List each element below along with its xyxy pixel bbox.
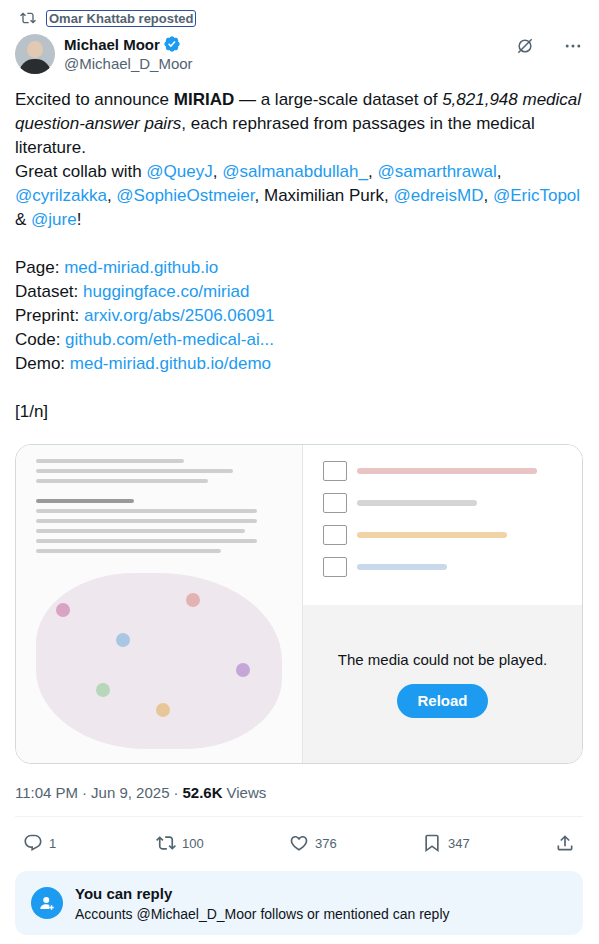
diagram-image	[303, 445, 582, 605]
paper-figure	[36, 573, 282, 749]
repost-icon	[156, 833, 176, 853]
tweet: Omar Khattab reposted Michael Moor @Michae…	[0, 0, 599, 944]
author-info: Michael Moor @Michael_D_Moor	[64, 34, 506, 72]
paragraph: Page: med-miriad.github.ioDataset: huggi…	[15, 256, 583, 376]
link[interactable]: @QueyJ	[146, 162, 212, 181]
text: Great collab with	[15, 162, 146, 181]
text-line: Dataset: huggingface.co/miriad	[15, 280, 583, 304]
link[interactable]: @SophieOstmeier	[116, 186, 254, 205]
tweet-meta: 11:04 PM·Jun 9, 2025·52.6KViews	[15, 782, 583, 802]
text: [1/n]	[15, 402, 48, 421]
action-count: 1	[49, 836, 56, 851]
text: ,	[483, 186, 492, 205]
media-card[interactable]: The media could not be played. Reload	[15, 444, 583, 764]
author-name[interactable]: Michael Moor	[64, 36, 160, 53]
separator: ·	[174, 784, 179, 801]
link[interactable]: @salmanabdullah_	[222, 162, 368, 181]
action-count: 347	[448, 836, 470, 851]
video-error: The media could not be played. Reload	[303, 605, 582, 763]
text: — a large-scale dataset of	[234, 90, 442, 109]
text: ,	[213, 162, 222, 181]
text: Dataset:	[15, 282, 83, 301]
text-line: Great collab with @QueyJ, @salmanabdulla…	[15, 160, 583, 232]
text: Preprint:	[15, 306, 84, 325]
repost-icon	[20, 10, 36, 26]
reload-button[interactable]: Reload	[397, 684, 487, 718]
text-line: [1/n]	[15, 400, 583, 424]
error-message: The media could not be played.	[338, 651, 547, 668]
separator: ·	[82, 784, 87, 801]
author-handle[interactable]: @Michael_D_Moor	[64, 55, 506, 72]
notice-title: You can reply	[75, 885, 450, 902]
repost-button[interactable]: 100	[156, 833, 246, 853]
text: !	[77, 210, 82, 229]
repost-label[interactable]: Omar Khattab reposted	[46, 10, 196, 27]
share-icon[interactable]	[555, 833, 575, 853]
avatar[interactable]	[15, 34, 55, 74]
text: , Maximilian Purk,	[255, 186, 394, 205]
paper-image	[16, 445, 303, 763]
text: Page:	[15, 258, 64, 277]
tweet-body: Excited to announce MIRIAD — a large-sca…	[15, 88, 583, 424]
paragraph: Excited to announce MIRIAD — a large-sca…	[15, 88, 583, 232]
author-row: Michael Moor @Michael_D_Moor	[15, 34, 583, 74]
views-label: Views	[227, 784, 267, 801]
reply-icon	[23, 833, 43, 853]
text-line: Preprint: arxiv.org/abs/2506.06091	[15, 304, 583, 328]
link[interactable]: @cyrilzakka	[15, 186, 107, 205]
action-count: 100	[182, 836, 204, 851]
link[interactable]: med-miriad.github.io/demo	[70, 354, 271, 373]
text: ,	[497, 162, 502, 181]
grok-icon[interactable]	[515, 36, 535, 56]
text-line: Code: github.com/eth-medical-ai...	[15, 328, 583, 352]
link[interactable]: @jure	[31, 210, 77, 229]
text: ,	[107, 186, 116, 205]
reply-button[interactable]: 1	[23, 833, 113, 853]
header-tools	[515, 34, 583, 56]
tweet-date[interactable]: Jun 9, 2025	[91, 784, 169, 801]
person-icon	[31, 887, 63, 919]
text-line: Excited to announce MIRIAD — a large-sca…	[15, 88, 583, 160]
action-bar: 1 100 376 347	[15, 817, 583, 869]
paragraph: [1/n]	[15, 400, 583, 424]
reply-notice: You can reply Accounts @Michael_D_Moor fo…	[15, 871, 583, 935]
views-count: 52.6K	[183, 784, 223, 801]
link[interactable]: @samarthrawal	[377, 162, 496, 181]
bookmark-icon	[422, 833, 442, 853]
like-button[interactable]: 376	[289, 833, 379, 853]
link[interactable]: github.com/eth-medical-ai...	[65, 330, 274, 349]
link[interactable]: @EricTopol	[493, 186, 580, 205]
link[interactable]: med-miriad.github.io	[64, 258, 218, 277]
text-line: Page: med-miriad.github.io	[15, 256, 583, 280]
text-line: Demo: med-miriad.github.io/demo	[15, 352, 583, 376]
text: Code:	[15, 330, 65, 349]
text: ,	[368, 162, 377, 181]
link[interactable]: huggingface.co/miriad	[83, 282, 249, 301]
action-count: 376	[315, 836, 337, 851]
repost-row: Omar Khattab reposted	[15, 8, 583, 28]
link[interactable]: arxiv.org/abs/2506.06091	[84, 306, 275, 325]
text: Excited to announce	[15, 90, 174, 109]
text: MIRIAD	[174, 90, 234, 109]
text: Demo:	[15, 354, 70, 373]
tweet-time[interactable]: 11:04 PM	[15, 784, 78, 801]
bookmark-button[interactable]: 347	[422, 833, 512, 853]
verified-badge-icon	[163, 35, 181, 53]
more-icon[interactable]	[563, 36, 583, 56]
heart-icon	[289, 833, 309, 853]
text: &	[15, 210, 31, 229]
link[interactable]: @edreisMD	[393, 186, 483, 205]
notice-text: Accounts @Michael_D_Moor follows or ment…	[75, 906, 450, 922]
